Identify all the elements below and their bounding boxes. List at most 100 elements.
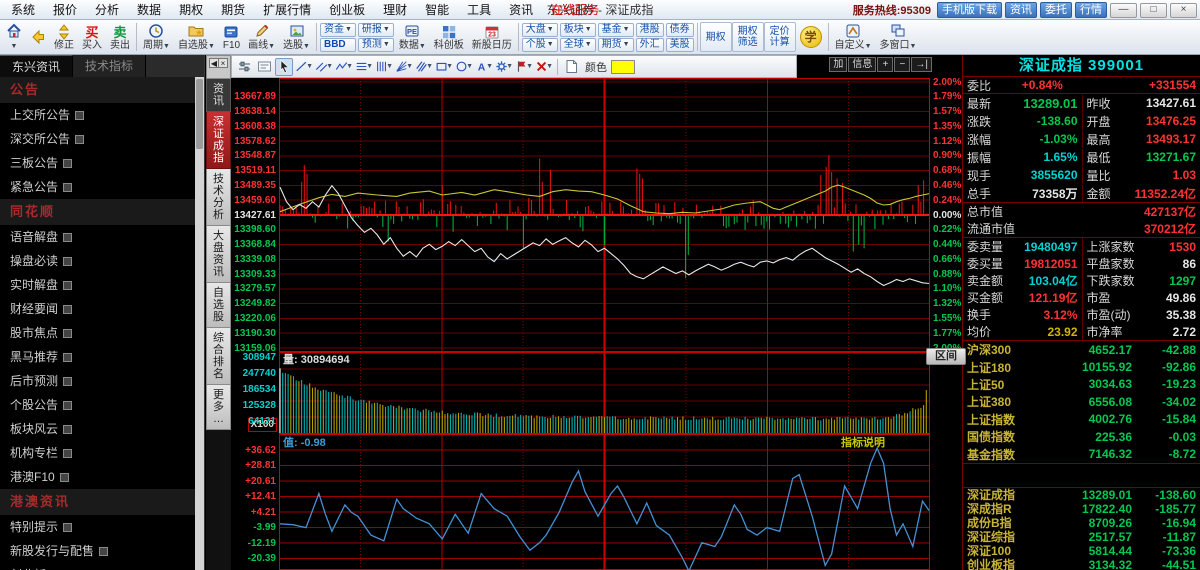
line-tool-icon[interactable]: ▼ — [295, 58, 313, 76]
menu-item-5[interactable]: 期货 — [212, 0, 254, 20]
zoom-out-button[interactable]: − — [894, 57, 910, 72]
menu-item-2[interactable]: 分析 — [86, 0, 128, 20]
sh-indices-row[interactable]: 国债指数225.36-0.03 — [963, 428, 1200, 445]
skip-end-button[interactable]: →| — [911, 57, 932, 72]
slider-tool-icon[interactable] — [235, 58, 253, 76]
toolbar-button-hk-forex-0[interactable]: 港股 — [636, 23, 664, 37]
toolbar-button-market-stock-0[interactable]: 大盘▼ — [522, 23, 558, 37]
menu-item-4[interactable]: 期权 — [170, 0, 212, 20]
menu-item-7[interactable]: 创业板 — [320, 0, 374, 20]
toolbar-button-buy[interactable]: 买买入 — [78, 21, 106, 53]
vertical-tab-3[interactable]: 大盘资讯 — [206, 226, 231, 283]
polyline-tool-icon[interactable]: ▼ — [335, 58, 353, 76]
hatch-tool-icon[interactable]: ▼ — [415, 58, 433, 76]
intraday-plot[interactable] — [279, 78, 930, 352]
toolbar-button-hk-forex-1[interactable]: 外汇 — [636, 38, 664, 52]
menu-item-12[interactable]: 在线服务 — [542, 0, 608, 20]
sidebar-scrollbar[interactable] — [195, 77, 204, 570]
parallel-tool-icon[interactable]: ▼ — [315, 58, 333, 76]
toolbar-button-bond-us-0[interactable]: 债券 — [666, 23, 694, 37]
sidebar-item[interactable]: 股市焦点 — [0, 321, 195, 345]
toolbar-button-home[interactable]: ▼ — [2, 21, 26, 53]
rect-tool-icon[interactable]: ▼ — [435, 58, 453, 76]
circle-tool-icon[interactable]: ▼ — [455, 58, 473, 76]
cursor-tool-icon[interactable] — [275, 58, 293, 76]
vertical-tab-1[interactable]: 深证成指 — [206, 112, 231, 169]
toolbar-button-market-stock-1[interactable]: 个股▼ — [522, 38, 558, 52]
titlebar-button-1[interactable]: 资讯 — [1005, 2, 1037, 18]
info-button[interactable]: 信息 — [848, 57, 876, 72]
sidebar-item[interactable]: 个股公告 — [0, 393, 195, 417]
sidebar-tab-0[interactable]: 东兴资讯 — [0, 55, 73, 77]
sidebar-item[interactable]: 机构专栏 — [0, 441, 195, 465]
toolbar-button-multi-window[interactable]: 多窗口▼ — [876, 21, 921, 53]
sh-indices-row[interactable]: 基金指数7146.32-8.72 — [963, 445, 1200, 462]
vertical-tab-5[interactable]: 综合排名 — [206, 328, 231, 385]
sidebar-item[interactable]: 三板公告 — [0, 151, 195, 175]
sidebar-item[interactable]: 黑马推荐 — [0, 345, 195, 369]
toolbar-button-options[interactable]: 期权 — [700, 22, 732, 52]
toolbar-button-f10[interactable]: F10 — [219, 21, 244, 53]
vertical-tab-4[interactable]: 自选股 — [206, 283, 231, 328]
menu-item-9[interactable]: 智能 — [416, 0, 458, 20]
menu-item-1[interactable]: 报价 — [44, 0, 86, 20]
minimize-button[interactable]: — — [1110, 3, 1137, 18]
menu-item-8[interactable]: 理财 — [374, 0, 416, 20]
sidebar-item[interactable]: 操盘必读 — [0, 249, 195, 273]
close-icon[interactable]: × — [218, 58, 228, 68]
toolbar-button-funds-bbd-1[interactable]: BBD — [320, 38, 356, 52]
sidebar-item[interactable]: 语音解盘 — [0, 225, 195, 249]
toolbar-button-research-forecast-0[interactable]: 研报▼ — [358, 23, 394, 37]
toolbar-button-fund-futures-1[interactable]: 期货▼ — [598, 38, 634, 52]
menu-item-3[interactable]: 数据 — [128, 0, 170, 20]
restore-button[interactable]: □ — [1140, 3, 1167, 18]
sidebar-tab-1[interactable]: 技术指标 — [73, 55, 146, 77]
color-swatch[interactable] — [611, 60, 635, 74]
sidebar-item[interactable]: 特别提示 — [0, 515, 195, 539]
sh-indices-row[interactable]: 沪深3004652.17-42.88 — [963, 341, 1200, 358]
toolbar-button-star-market[interactable]: 科创板 — [430, 21, 468, 53]
menu-item-11[interactable]: 资讯 — [500, 0, 542, 20]
flag-tool-icon[interactable]: ▼ — [515, 58, 533, 76]
titlebar-button-2[interactable]: 委托 — [1040, 2, 1072, 18]
add-button[interactable]: 加 — [829, 57, 847, 72]
fan-tool-icon[interactable]: ▼ — [395, 58, 413, 76]
sh-indices-row[interactable]: 上证18010155.92-92.86 — [963, 358, 1200, 375]
sidebar-item[interactable]: 实时解盘 — [0, 273, 195, 297]
toolbar-button-learn[interactable]: 学 — [796, 21, 826, 53]
sidebar-item[interactable]: 后市预测 — [0, 369, 195, 393]
toolbar-button-fund-futures-0[interactable]: 基金▼ — [598, 23, 634, 37]
volume-plot[interactable] — [279, 352, 930, 434]
toolbar-button-customize[interactable]: 自定义▼ — [831, 21, 876, 53]
range-stats-button[interactable]: 区间 — [926, 348, 966, 365]
sh-indices-row[interactable]: 上证503034.63-19.23 — [963, 376, 1200, 393]
toolbar-button-options-screener[interactable]: 期权筛选 — [732, 22, 764, 52]
toolbar-button-ipo-calendar[interactable]: 23新股日历 — [468, 21, 516, 53]
toolbar-button-pe-data[interactable]: PE数据▼ — [395, 21, 430, 53]
sz-indices-row[interactable]: 创业板指3134.32-44.51 — [963, 558, 1200, 570]
toolbar-button-funds-bbd-0[interactable]: 资金▼ — [320, 23, 356, 37]
sh-indices-row[interactable]: 上证3806556.08-34.02 — [963, 393, 1200, 410]
sh-indices-row[interactable]: 上证指数4002.76-15.84 — [963, 411, 1200, 428]
page-tool-icon[interactable] — [562, 58, 580, 76]
vertical-tab-0[interactable]: 资讯 — [206, 79, 231, 112]
toolbar-button-pricing-calculator[interactable]: 定价计算 — [764, 22, 796, 52]
sidebar-item[interactable]: 财经要闻 — [0, 297, 195, 321]
labelbox-tool-icon[interactable] — [255, 58, 273, 76]
titlebar-button-0[interactable]: 手机版下载 — [937, 2, 1002, 18]
zoom-in-button[interactable]: + — [877, 57, 893, 72]
toolbar-button-sector-global-0[interactable]: 板块▼ — [560, 23, 596, 37]
toolbar-button-research-forecast-1[interactable]: 预测▼ — [358, 38, 394, 52]
indicator-help-link[interactable]: 指标说明 — [841, 434, 885, 450]
sidebar-item[interactable]: 深交所公告 — [0, 127, 195, 151]
gear-tool-icon[interactable]: ▼ — [495, 58, 513, 76]
menu-item-0[interactable]: 系统 — [2, 0, 44, 20]
vlines-tool-icon[interactable]: ▼ — [375, 58, 393, 76]
toolbar-button-period[interactable]: 周期▼ — [139, 21, 174, 53]
hlines-tool-icon[interactable]: ▼ — [355, 58, 373, 76]
titlebar-button-3[interactable]: 行情 — [1075, 2, 1107, 18]
menu-item-6[interactable]: 扩展行情 — [254, 0, 320, 20]
text-tool-icon[interactable]: A▼ — [475, 58, 493, 76]
vertical-tab-2[interactable]: 技术分析 — [206, 169, 231, 226]
scrollbar-thumb[interactable] — [196, 79, 203, 149]
